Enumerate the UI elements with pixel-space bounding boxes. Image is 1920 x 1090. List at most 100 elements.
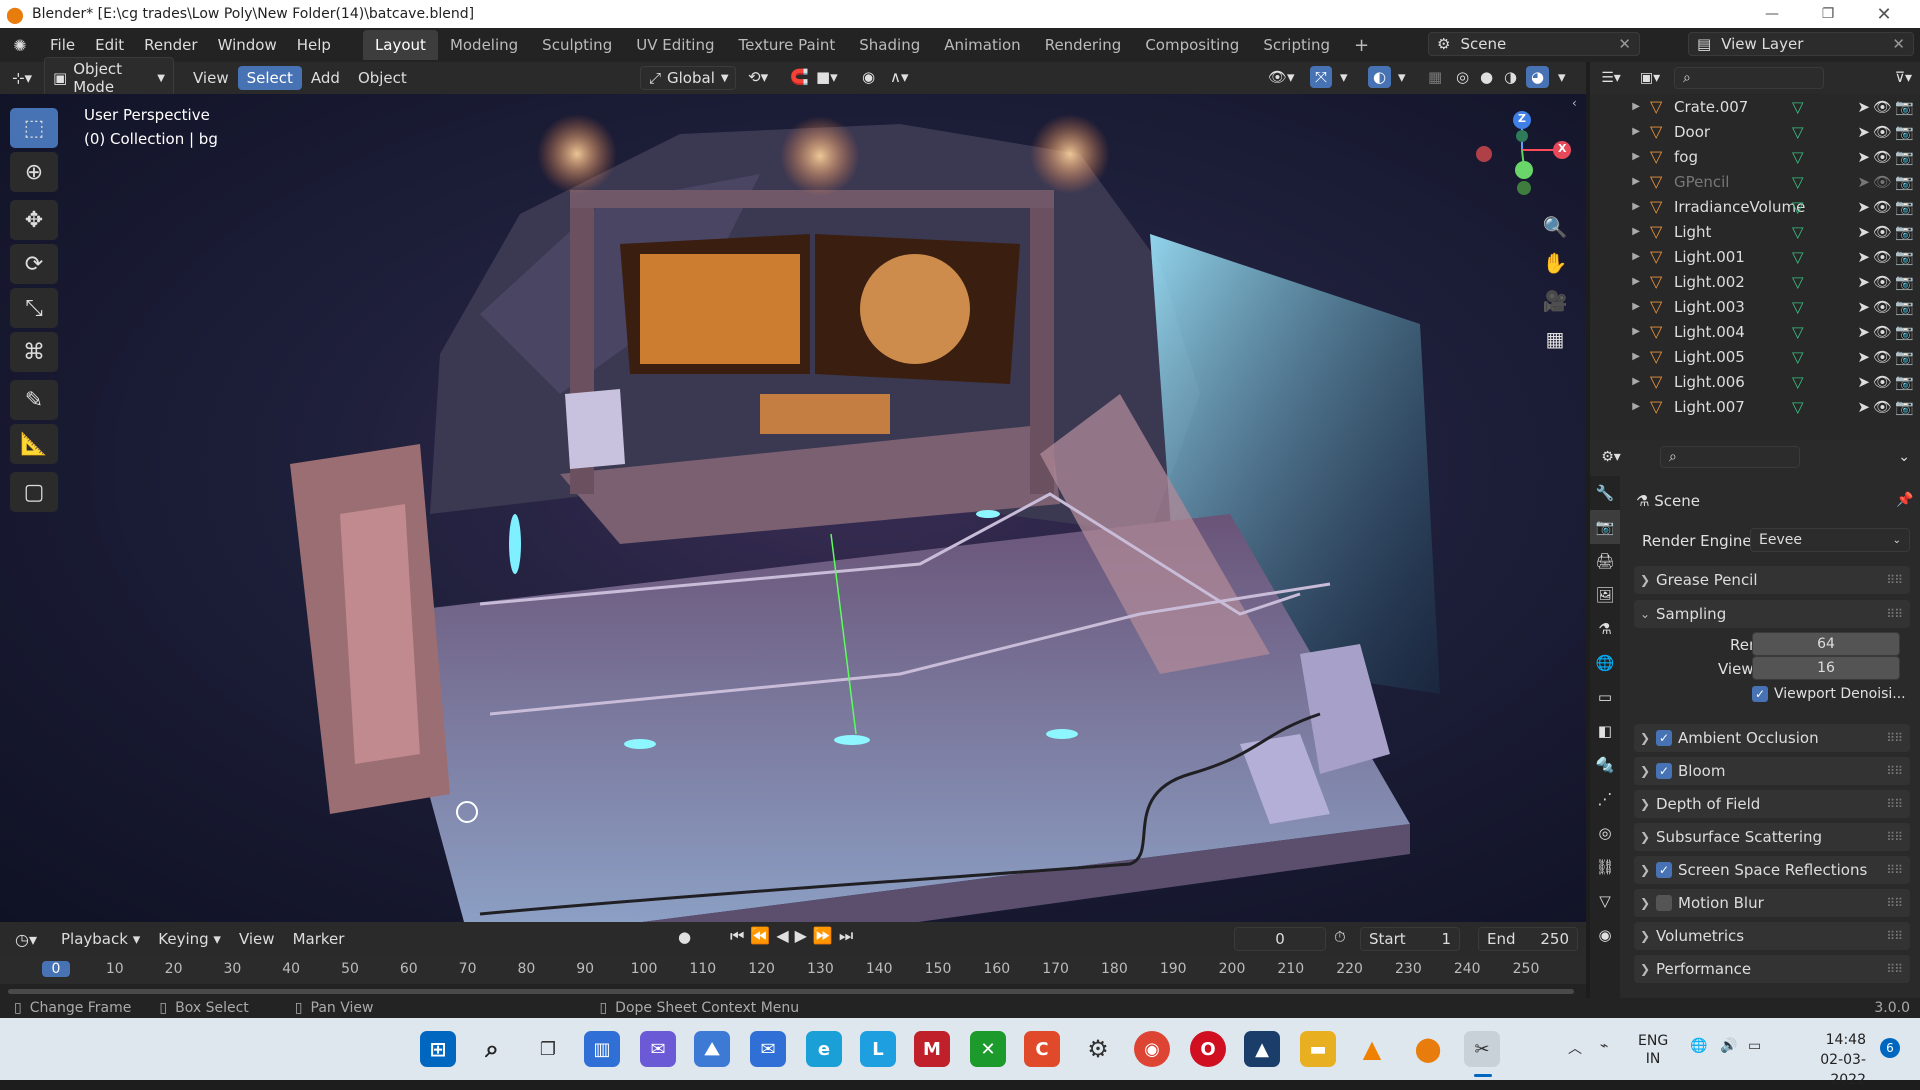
tab-animation[interactable]: Animation: [932, 30, 1032, 60]
outliner-row[interactable]: ▶ ▽ Light ▽ ➤ 👁 📷: [1590, 219, 1920, 244]
timeline-scrollbar[interactable]: [0, 984, 1586, 998]
file-explorer-icon[interactable]: ▬: [1300, 1031, 1336, 1067]
blender-taskbar-icon[interactable]: ⬤: [1410, 1031, 1446, 1067]
outliner-row[interactable]: ▶ ▽ Light.002 ▽ ➤ 👁 📷: [1590, 269, 1920, 294]
visibility-eye-icon[interactable]: 👁: [1873, 223, 1892, 241]
close-window-button[interactable]: ✕: [1856, 0, 1912, 28]
clock[interactable]: 14:48 02-03-2022: [1790, 1030, 1866, 1090]
render-camera-icon[interactable]: 📷: [1895, 248, 1914, 266]
visibility-eye-icon[interactable]: 👁: [1873, 198, 1892, 216]
settings-icon[interactable]: ⚙: [1080, 1031, 1116, 1067]
drag-grip-icon[interactable]: ⠿⠿: [1886, 863, 1903, 877]
panel-bloom[interactable]: ❯ ✓ Bloom ⠿⠿: [1634, 757, 1910, 785]
view-menu[interactable]: View: [230, 927, 284, 951]
object-tab-icon[interactable]: ◧: [1590, 714, 1620, 748]
mode-dropdown[interactable]: ▣ Object Mode ▼: [44, 57, 174, 99]
battery-icon[interactable]: ▭: [1748, 1038, 1761, 1054]
gizmo-neg-x-axis[interactable]: [1476, 146, 1492, 162]
drag-grip-icon[interactable]: ⠿⠿: [1886, 731, 1903, 745]
visibility-eye-icon[interactable]: 👁: [1873, 273, 1892, 291]
expand-arrow-icon[interactable]: ▶: [1590, 251, 1650, 262]
sticky-app-icon[interactable]: ▲: [1244, 1031, 1280, 1067]
tab-sculpting[interactable]: Sculpting: [530, 30, 624, 60]
overlay-toggle-icon[interactable]: ◐: [1368, 66, 1392, 88]
outliner-row[interactable]: ▶ ▽ IrradianceVolume ▽ ➤ 👁 📷: [1590, 194, 1920, 219]
globe-icon[interactable]: 🌐: [1690, 1038, 1707, 1054]
outliner-row[interactable]: ▶ ▽ Light.006 ▽ ➤ 👁 📷: [1590, 369, 1920, 394]
outliner-row[interactable]: ▶ ▽ Light.003 ▽ ➤ 👁 📷: [1590, 294, 1920, 319]
checkbox-checked-icon[interactable]: ✓: [1656, 730, 1672, 746]
render-camera-icon[interactable]: 📷: [1895, 323, 1914, 341]
viewport-samples-field[interactable]: 16: [1752, 656, 1900, 680]
timeline-ruler[interactable]: 0 10 20 30 40 50 60 70 80 90 100 110 120 130 140 150 160…: [0, 956, 1586, 984]
gizmo-toggle-icon[interactable]: ⤧: [1310, 66, 1333, 88]
xray-icon[interactable]: ▦: [1428, 68, 1442, 86]
scene-tab-icon[interactable]: ⚗: [1590, 612, 1620, 646]
tab-uv-editing[interactable]: UV Editing: [624, 30, 726, 60]
outliner-row[interactable]: ▶ ▽ Light.001 ▽ ➤ 👁 📷: [1590, 244, 1920, 269]
outliner-row[interactable]: ▶ ▽ Light.007 ▽ ➤ 👁 📷: [1590, 394, 1920, 419]
visibility-eye-icon[interactable]: 👁: [1873, 173, 1892, 191]
particles-tab-icon[interactable]: ⋰: [1590, 782, 1620, 816]
vlc-icon[interactable]: ▲: [1354, 1031, 1390, 1067]
mcafee-icon[interactable]: M: [914, 1031, 950, 1067]
checkbox-checked-icon[interactable]: ✓: [1656, 862, 1672, 878]
search-icon[interactable]: ⌕: [474, 1031, 510, 1067]
stopwatch-icon[interactable]: ⏱: [1334, 928, 1346, 946]
chevron-down-icon[interactable]: ▾: [1340, 68, 1348, 86]
drag-grip-icon[interactable]: ⠿⠿: [1886, 830, 1903, 844]
tab-scripting[interactable]: Scripting: [1251, 30, 1342, 60]
outliner-row[interactable]: ▶ ▽ Light.004 ▽ ➤ 👁 📷: [1590, 319, 1920, 344]
drag-grip-icon[interactable]: ⠿⠿: [1886, 764, 1903, 778]
expand-arrow-icon[interactable]: ▶: [1590, 201, 1650, 212]
expand-arrow-icon[interactable]: ▶: [1590, 126, 1650, 137]
falloff-icon[interactable]: ∧▾: [890, 68, 909, 86]
3d-viewport[interactable]: User Perspective (0) Collection | bg ⬚ ⊕…: [0, 94, 1586, 922]
select-toggle-icon[interactable]: ➤: [1857, 273, 1870, 291]
visibility-eye-icon[interactable]: 👁: [1873, 373, 1892, 391]
gizmo-neg-z-axis[interactable]: [1516, 130, 1528, 142]
render-camera-icon[interactable]: 📷: [1895, 348, 1914, 366]
render-camera-icon[interactable]: 📷: [1895, 123, 1914, 141]
tool-tab-icon[interactable]: 🔧: [1590, 476, 1620, 510]
material-tab-icon[interactable]: ◉: [1590, 918, 1620, 952]
select-box-tool-icon[interactable]: ⬚: [10, 108, 58, 148]
tab-shading[interactable]: Shading: [847, 30, 932, 60]
menu-edit[interactable]: Edit: [85, 36, 134, 54]
render-camera-icon[interactable]: 📷: [1895, 223, 1914, 241]
drag-grip-icon[interactable]: ⠿⠿: [1886, 896, 1903, 910]
pan-hand-icon[interactable]: ✋: [1538, 246, 1572, 280]
chevron-down-icon[interactable]: ▾: [1398, 68, 1406, 86]
select-toggle-icon[interactable]: ➤: [1857, 223, 1870, 241]
material-shading-icon[interactable]: ◑: [1504, 68, 1517, 86]
task-view-icon[interactable]: ❐: [530, 1031, 566, 1067]
display-mode-icon[interactable]: ▣▾: [1632, 70, 1668, 86]
volume-icon[interactable]: 🔊: [1720, 1038, 1737, 1054]
solid-shading-icon[interactable]: ●: [1480, 68, 1493, 86]
rendered-shading-icon[interactable]: ◕: [1526, 66, 1550, 88]
select-toggle-icon[interactable]: ➤: [1857, 398, 1870, 416]
drag-grip-icon[interactable]: ⠿⠿: [1886, 929, 1903, 943]
move-tool-icon[interactable]: ✥: [10, 200, 58, 240]
snap-icon[interactable]: 🧲: [790, 68, 809, 86]
visibility-eye-icon[interactable]: 👁: [1873, 98, 1892, 116]
scale-tool-icon[interactable]: ⤡: [10, 288, 58, 328]
notification-badge[interactable]: 6: [1880, 1038, 1900, 1058]
drag-grip-icon[interactable]: ⠿⠿: [1886, 962, 1903, 976]
render-camera-icon[interactable]: 📷: [1895, 398, 1914, 416]
select-toggle-icon[interactable]: ➤: [1857, 173, 1870, 191]
tab-texture-paint[interactable]: Texture Paint: [726, 30, 847, 60]
drag-grip-icon[interactable]: ⠿⠿: [1886, 607, 1903, 621]
filter-icon[interactable]: ⊽▾: [1895, 70, 1912, 86]
panel-depth-of-field[interactable]: ❯ Depth of Field ⠿⠿: [1634, 790, 1910, 818]
visibility-eye-icon[interactable]: 👁: [1873, 248, 1892, 266]
render-camera-icon[interactable]: 📷: [1895, 98, 1914, 116]
outliner-row[interactable]: ▶ ▽ Light.005 ▽ ➤ 👁 📷: [1590, 344, 1920, 369]
wireframe-shading-icon[interactable]: ◎: [1456, 68, 1469, 86]
select-menu[interactable]: Select: [237, 66, 302, 90]
expand-arrow-icon[interactable]: ▶: [1590, 276, 1650, 287]
select-toggle-icon[interactable]: ➤: [1857, 148, 1870, 166]
network-off-icon[interactable]: ⌁: [1600, 1038, 1608, 1054]
select-toggle-icon[interactable]: ➤: [1857, 373, 1870, 391]
add-cube-tool-icon[interactable]: ▢: [10, 472, 58, 512]
